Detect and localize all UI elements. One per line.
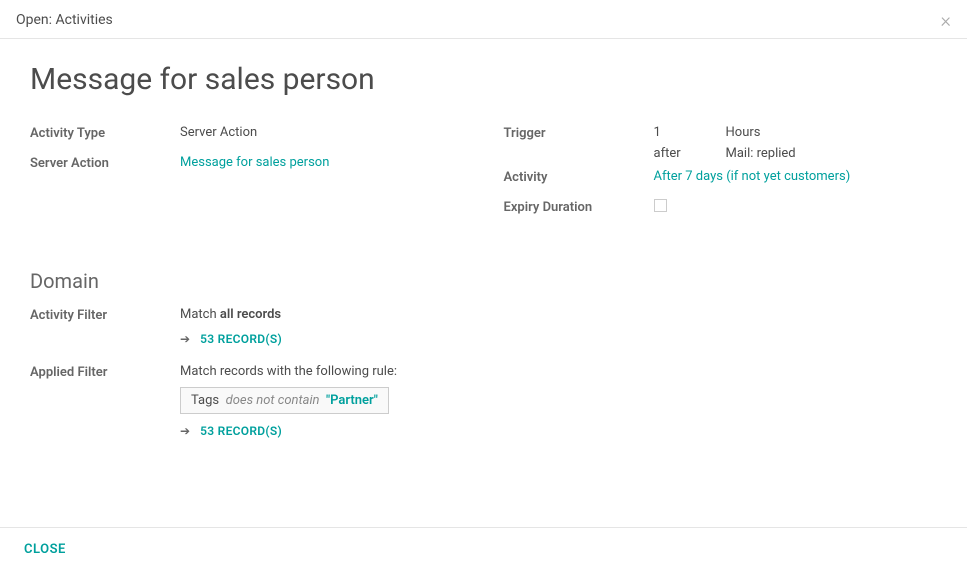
rule-value: "Partner"	[326, 393, 378, 408]
modal-body: Message for sales person Activity Type S…	[0, 42, 967, 486]
expiry-checkbox[interactable]	[654, 199, 667, 212]
activity-link[interactable]: After 7 days (if not yet customers)	[654, 169, 938, 184]
rule-operator: does not contain	[226, 393, 320, 408]
field-activity-type: Activity Type Server Action	[30, 125, 464, 147]
arrow-right-icon: ➔	[180, 332, 190, 346]
trigger-amount: 1	[654, 125, 696, 140]
match-prefix: Match	[180, 307, 220, 322]
left-column: Activity Type Server Action Server Actio…	[30, 125, 464, 229]
modal-body-scroll[interactable]: Message for sales person Activity Type S…	[0, 42, 967, 509]
field-activity-filter: Activity Filter Match all records ➔ 53 R…	[30, 307, 937, 346]
arrow-right-icon: ➔	[180, 424, 190, 438]
field-value: Server Action	[180, 125, 464, 140]
page-title: Message for sales person	[30, 62, 937, 97]
field-label: Applied Filter	[30, 364, 180, 380]
close-icon[interactable]: ×	[941, 10, 951, 30]
field-value: Match records with the following rule: T…	[180, 364, 937, 438]
field-label: Activity Type	[30, 125, 180, 141]
field-trigger: Trigger 1 Hours after Mail: replied	[504, 125, 938, 161]
modal-footer: CLOSE	[0, 527, 967, 571]
field-label: Trigger	[504, 125, 654, 141]
modal-title: Open: Activities	[16, 12, 113, 28]
rule-field: Tags	[191, 393, 219, 408]
field-activity: Activity After 7 days (if not yet custom…	[504, 169, 938, 191]
records-link[interactable]: 53 RECORD(S)	[200, 424, 282, 438]
field-label: Activity Filter	[30, 307, 180, 323]
server-action-link[interactable]: Message for sales person	[180, 155, 464, 170]
trigger-relation: after	[654, 146, 696, 161]
details-columns: Activity Type Server Action Server Actio…	[30, 125, 937, 229]
field-expiry-duration: Expiry Duration	[504, 199, 938, 221]
modal-header: Open: Activities ×	[0, 0, 967, 39]
match-text: Match all records	[180, 307, 281, 322]
trigger-event: Mail: replied	[726, 146, 796, 161]
filter-rule-chip: Tags does not contain "Partner"	[180, 387, 389, 414]
trigger-unit: Hours	[726, 125, 761, 140]
field-label: Expiry Duration	[504, 199, 654, 215]
right-column: Trigger 1 Hours after Mail: replied Acti…	[504, 125, 938, 229]
domain-heading: Domain	[30, 269, 937, 293]
field-applied-filter: Applied Filter Match records with the fo…	[30, 364, 937, 438]
close-button[interactable]: CLOSE	[24, 542, 66, 557]
field-value	[654, 199, 938, 216]
field-label: Server Action	[30, 155, 180, 171]
field-value: Match all records ➔ 53 RECORD(S)	[180, 307, 937, 346]
field-label: Activity	[504, 169, 654, 185]
field-value: 1 Hours after Mail: replied	[654, 125, 938, 161]
applied-match-text: Match records with the following rule:	[180, 364, 397, 379]
records-link[interactable]: 53 RECORD(S)	[200, 332, 282, 346]
field-server-action: Server Action Message for sales person	[30, 155, 464, 177]
match-bold: all records	[220, 307, 281, 322]
